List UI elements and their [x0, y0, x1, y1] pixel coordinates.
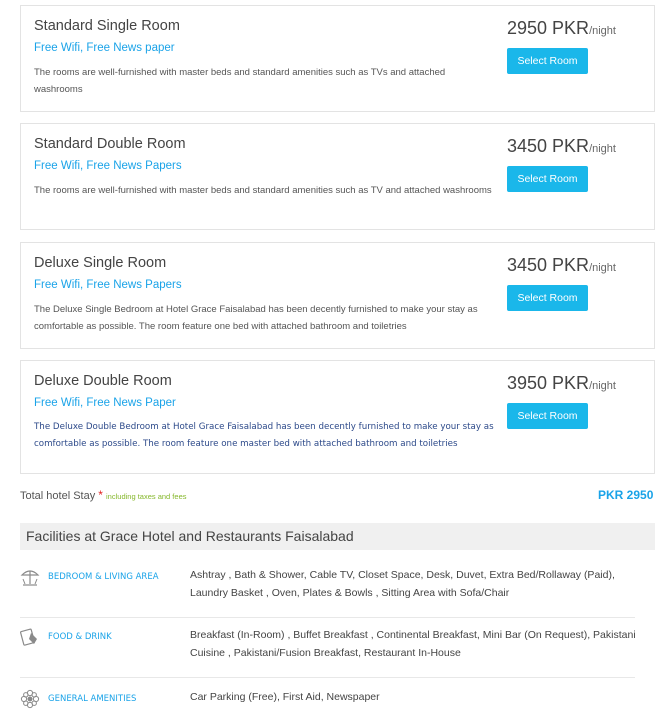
room-description: The rooms are well-furnished with master… [34, 185, 492, 196]
room-amenities: Free Wifi, Free News Papers [34, 279, 182, 291]
facility-text: Car Parking (Free), First Aid, Newspaper [190, 691, 380, 703]
room-name: Standard Double Room [34, 136, 186, 152]
room-card-standard-double: Standard Double Room Free Wifi, Free New… [20, 123, 655, 230]
room-amenities: Free Wifi, Free News Paper [34, 397, 176, 409]
room-price: 3950 PKR/night [507, 373, 616, 394]
total-amount: PKR 2950 [598, 488, 654, 502]
room-name: Deluxe Single Room [34, 255, 167, 271]
required-mark: * [98, 488, 103, 502]
facility-title: GENERAL AMENITIES [48, 694, 137, 704]
facility-title: BEDROOM & LIVING AREA [48, 572, 159, 582]
room-card-standard-single: Standard Single Room Free Wifi, Free New… [20, 5, 655, 112]
room-amenities: Free Wifi, Free News Papers [34, 160, 182, 172]
room-name: Deluxe Double Room [34, 373, 172, 389]
price-amount: 2950 PKR [507, 18, 590, 38]
price-unit: /night [589, 25, 616, 37]
room-name: Standard Single Room [34, 18, 180, 34]
food-drink-icon [20, 628, 37, 646]
facility-row-general: GENERAL AMENITIES Car Parking (Free), Fi… [20, 689, 655, 719]
beach-umbrella-icon [20, 570, 40, 586]
total-stay: Total hotel Stay * including taxes and f… [20, 488, 187, 502]
room-description: The rooms are well-furnished with master… [34, 67, 446, 95]
facility-text: Ashtray , Bath & Shower, Cable TV, Close… [190, 569, 615, 599]
facilities-header: Facilities at Grace Hotel and Restaurant… [20, 523, 655, 550]
divider [20, 677, 635, 678]
price-unit: /night [589, 262, 616, 274]
select-room-button[interactable]: Select Room [507, 166, 588, 192]
room-amenities: Free Wifi, Free News paper [34, 42, 175, 54]
room-description: The Deluxe Single Bedroom at Hotel Grace… [34, 304, 478, 332]
room-card-deluxe-double: Deluxe Double Room Free Wifi, Free News … [20, 360, 655, 474]
facility-text: Breakfast (In-Room) , Buffet Breakfast ,… [190, 629, 636, 659]
total-label: Total hotel Stay [20, 490, 96, 502]
facility-title: FOOD & DRINK [48, 632, 112, 642]
price-amount: 3450 PKR [507, 255, 590, 275]
select-room-button[interactable]: Select Room [507, 285, 588, 311]
facility-row-bedroom: BEDROOM & LIVING AREA Ashtray , Bath & S… [20, 567, 655, 607]
room-price: 3450 PKR/night [507, 255, 616, 276]
price-amount: 3950 PKR [507, 373, 590, 393]
amenities-flower-icon [20, 689, 40, 709]
room-description: The Deluxe Double Bedroom at Hotel Grace… [34, 422, 494, 449]
room-price: 3450 PKR/night [507, 136, 616, 157]
select-room-button[interactable]: Select Room [507, 403, 588, 429]
select-room-button[interactable]: Select Room [507, 48, 588, 74]
room-price: 2950 PKR/night [507, 18, 616, 39]
price-amount: 3450 PKR [507, 136, 590, 156]
room-card-deluxe-single: Deluxe Single Room Free Wifi, Free News … [20, 242, 655, 349]
facility-row-food: FOOD & DRINK Breakfast (In-Room) , Buffe… [20, 627, 655, 667]
total-note: including taxes and fees [106, 492, 187, 501]
divider [20, 617, 635, 618]
price-unit: /night [589, 380, 616, 392]
price-unit: /night [589, 143, 616, 155]
